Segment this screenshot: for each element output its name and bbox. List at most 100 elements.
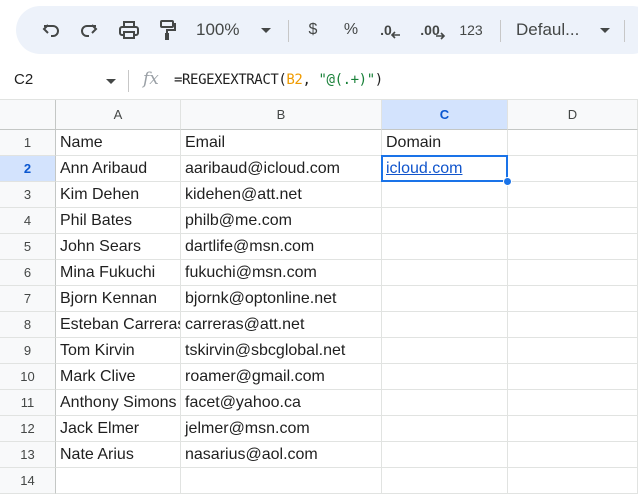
chevron-down-icon[interactable] [106, 79, 116, 84]
cell-d9[interactable] [508, 338, 638, 364]
cell-c2[interactable]: icloud.com [382, 156, 508, 182]
zoom-dropdown[interactable] [258, 6, 274, 54]
row-header-14[interactable]: 14 [0, 468, 56, 494]
cell-c3[interactable] [382, 182, 508, 208]
cell-c12[interactable] [382, 416, 508, 442]
cell-b6[interactable]: fukuchi@msn.com [181, 260, 382, 286]
cell-c7[interactable] [382, 286, 508, 312]
cell-b3[interactable]: kidehen@att.net [181, 182, 382, 208]
cell-a4[interactable]: Phil Bates [56, 208, 181, 234]
cell-b1[interactable]: Email [181, 130, 382, 156]
cell-d13[interactable] [508, 442, 638, 468]
cell-a1[interactable]: Name [56, 130, 181, 156]
column-header-c[interactable]: C [382, 100, 508, 130]
toolbar-pill: 100% $ % .0 .00 123 Defaul... [16, 6, 638, 54]
cell-c9[interactable] [382, 338, 508, 364]
cell-b14[interactable] [181, 468, 382, 494]
select-all-corner[interactable] [0, 100, 56, 130]
row-header-10[interactable]: 10 [0, 364, 56, 390]
row-header-13[interactable]: 13 [0, 442, 56, 468]
cell-d3[interactable] [508, 182, 638, 208]
cell-b5[interactable]: dartlife@msn.com [181, 234, 382, 260]
print-button[interactable] [114, 6, 144, 54]
cell-a13[interactable]: Nate Arius [56, 442, 181, 468]
cell-a14[interactable] [56, 468, 181, 494]
formula-separator: , [302, 72, 319, 88]
cell-d1[interactable] [508, 130, 638, 156]
cell-c8[interactable] [382, 312, 508, 338]
cell-b7[interactable]: bjornk@optonline.net [181, 286, 382, 312]
paint-format-button[interactable] [152, 6, 182, 54]
cell-d14[interactable] [508, 468, 638, 494]
formula-input[interactable]: =REGEXEXTRACT(B2, "@(.+)") [174, 72, 383, 88]
formula-cell-ref: B2 [286, 72, 303, 88]
cell-c1[interactable]: Domain [382, 130, 508, 156]
cell-b4[interactable]: philb@me.com [181, 208, 382, 234]
cell-a9[interactable]: Tom Kirvin [56, 338, 181, 364]
more-formats-button[interactable]: 123 [456, 6, 486, 54]
cell-a7[interactable]: Bjorn Kennan [56, 286, 181, 312]
name-box[interactable]: C2 [14, 71, 33, 88]
fill-handle[interactable] [503, 177, 512, 186]
arrow-right-icon [435, 32, 445, 40]
function-icon: fx [143, 69, 159, 89]
decrease-decimal-button[interactable]: .0 [376, 6, 406, 54]
cell-d2[interactable] [508, 156, 638, 182]
row-header-12[interactable]: 12 [0, 416, 56, 442]
row-header-5[interactable]: 5 [0, 234, 56, 260]
cell-a10[interactable]: Mark Clive [56, 364, 181, 390]
formula-function: =REGEXEXTRACT( [174, 72, 287, 88]
cell-b10[interactable]: roamer@gmail.com [181, 364, 382, 390]
percent-format-button[interactable]: % [338, 6, 364, 54]
cell-b2[interactable]: aaribaud@icloud.com [181, 156, 382, 182]
cell-a3[interactable]: Kim Dehen [56, 182, 181, 208]
row-header-7[interactable]: 7 [0, 286, 56, 312]
cell-d12[interactable] [508, 416, 638, 442]
cell-d5[interactable] [508, 234, 638, 260]
cell-b8[interactable]: carreras@att.net [181, 312, 382, 338]
cell-c5[interactable] [382, 234, 508, 260]
spreadsheet-grid[interactable]: A B C D 1 Name Email Domain 2 Ann Aribaud aaribaud… [0, 100, 638, 495]
undo-button[interactable] [36, 6, 66, 54]
cell-b13[interactable]: nasarius@aol.com [181, 442, 382, 468]
cell-c10[interactable] [382, 364, 508, 390]
zoom-select[interactable]: 100% [196, 6, 250, 54]
cell-d7[interactable] [508, 286, 638, 312]
row-header-8[interactable]: 8 [0, 312, 56, 338]
row-header-3[interactable]: 3 [0, 182, 56, 208]
cell-d10[interactable] [508, 364, 638, 390]
cell-a11[interactable]: Anthony Simons [56, 390, 181, 416]
cell-b11[interactable]: facet@yahoo.ca [181, 390, 382, 416]
font-select[interactable]: Defaul... [516, 6, 596, 54]
row-header-11[interactable]: 11 [0, 390, 56, 416]
cell-c11[interactable] [382, 390, 508, 416]
font-dropdown[interactable] [596, 6, 614, 54]
column-header-b[interactable]: B [181, 100, 382, 130]
row-header-9[interactable]: 9 [0, 338, 56, 364]
column-header-a[interactable]: A [56, 100, 181, 130]
more-formats-label: 123 [459, 22, 483, 38]
cell-c6[interactable] [382, 260, 508, 286]
cell-a12[interactable]: Jack Elmer [56, 416, 181, 442]
increase-decimal-button[interactable]: .00 [416, 6, 450, 54]
cell-d6[interactable] [508, 260, 638, 286]
cell-d8[interactable] [508, 312, 638, 338]
cell-b12[interactable]: jelmer@msn.com [181, 416, 382, 442]
row-header-6[interactable]: 6 [0, 260, 56, 286]
cell-a2[interactable]: Ann Aribaud [56, 156, 181, 182]
column-header-d[interactable]: D [508, 100, 638, 130]
cell-c14[interactable] [382, 468, 508, 494]
cell-d11[interactable] [508, 390, 638, 416]
cell-c13[interactable] [382, 442, 508, 468]
row-header-2[interactable]: 2 [0, 156, 56, 182]
row-header-4[interactable]: 4 [0, 208, 56, 234]
cell-a5[interactable]: John Sears [56, 234, 181, 260]
redo-button[interactable] [74, 6, 104, 54]
cell-b9[interactable]: tskirvin@sbcglobal.net [181, 338, 382, 364]
cell-c4[interactable] [382, 208, 508, 234]
currency-format-button[interactable]: $ [300, 6, 326, 54]
cell-a6[interactable]: Mina Fukuchi [56, 260, 181, 286]
row-header-1[interactable]: 1 [0, 130, 56, 156]
cell-a8[interactable]: Esteban Carreras [56, 312, 181, 338]
cell-d4[interactable] [508, 208, 638, 234]
